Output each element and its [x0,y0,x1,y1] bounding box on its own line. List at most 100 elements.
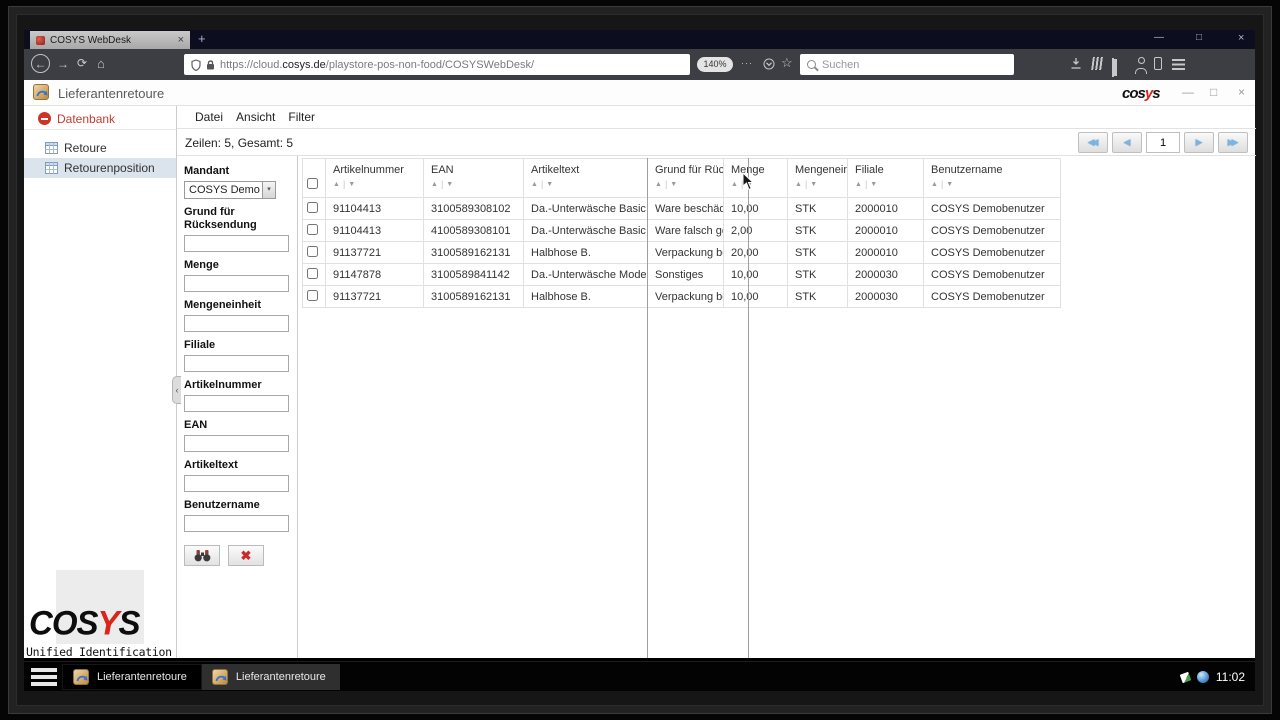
page-last-button[interactable]: ▶▶ [1218,132,1248,153]
row-checkbox[interactable] [307,223,318,235]
app-maximize-button[interactable]: □ [1210,85,1217,99]
chevron-down-icon: ▾ [262,182,275,198]
sidebar-item-datenbank[interactable]: Datenbank [24,108,176,130]
cell-artikeltext: Da.-Unterwäsche Basic [523,197,648,220]
row-checkbox[interactable] [307,267,318,279]
taskbar-item[interactable]: Lieferantenretoure [62,664,202,690]
page-first-button[interactable]: ◀◀ [1078,132,1108,153]
browser-close-button[interactable]: × [1238,32,1244,44]
sort-desc-icon[interactable]: ▼ [810,181,817,188]
sort-asc-icon[interactable]: ▲ [931,181,938,188]
library-icon[interactable] [1091,57,1104,70]
sort-asc-icon[interactable]: ▲ [333,181,340,188]
mandant-select[interactable]: COSYS Demo ▾ [184,181,276,199]
app-minimize-button[interactable]: — [1182,85,1194,99]
filter-input[interactable] [184,275,289,292]
row-checkbox[interactable] [307,245,318,257]
menu-item[interactable]: Filter [288,110,315,124]
menu-item[interactable]: Ansicht [236,110,275,124]
filter-input[interactable] [184,515,289,532]
sort-asc-icon[interactable]: ▲ [855,181,862,188]
clear-icon: ✖ [240,547,252,563]
lock-icon[interactable] [206,59,215,70]
url-bar[interactable]: https://cloud.cosys.de/playstore-pos-non… [184,54,690,75]
sort-asc-icon[interactable]: ▲ [731,181,738,188]
filter-input[interactable] [184,435,289,452]
tray-globe-icon[interactable] [1196,671,1209,683]
back-button[interactable]: ← [31,54,50,73]
menu-item[interactable]: Datei [195,110,223,124]
home-button[interactable]: ⌂ [97,56,105,71]
column-header[interactable]: Artikeltext ▲ | ▼ [523,158,648,198]
cell-artikeltext: Da.-Unterwäsche Mode [523,263,648,286]
table-row[interactable]: 91104413 3100589308102 Da.-Unterwäsche B… [302,197,1061,220]
mouse-cursor-icon [741,171,757,197]
reload-button[interactable]: ⟳ [77,56,87,70]
cell-artikelnummer: 91137721 [325,241,424,264]
sort-desc-icon[interactable]: ▼ [870,181,877,188]
tracking-shield-icon[interactable] [191,58,201,71]
filter-input[interactable] [184,395,289,412]
forward-button[interactable]: → [57,57,69,71]
sort-desc-icon[interactable]: ▼ [348,181,355,188]
sort-desc-icon[interactable]: ▼ [446,181,453,188]
sort-asc-icon[interactable]: ▲ [531,181,538,188]
new-tab-button[interactable]: + [198,31,206,46]
column-header[interactable]: EAN ▲ | ▼ [423,158,524,198]
search-filter-button[interactable] [184,545,220,566]
start-menu-button[interactable] [31,668,57,686]
table-row[interactable]: 91147878 3100589841142 Da.-Unterwäsche M… [302,263,1061,286]
page-prev-button[interactable]: ◀ [1112,132,1142,153]
filter-input[interactable] [184,315,289,332]
browser-tab[interactable]: COSYS WebDesk × [30,31,190,49]
cell-grund: Verpackung be [647,285,724,308]
cell-artikelnummer: 91104413 [325,219,424,242]
filter-buttons: ✖ [184,545,297,566]
select-all-checkbox[interactable] [307,178,318,189]
page-next-button[interactable]: ▶ [1184,132,1214,153]
filter-input[interactable] [184,235,289,252]
filter-input[interactable] [184,355,289,372]
column-header[interactable]: Mengeneinh ▲ | ▼ [787,158,848,198]
filter-label: Benutzername [184,499,260,511]
row-checkbox[interactable] [307,201,318,213]
sort-asc-icon[interactable]: ▲ [655,181,662,188]
sort-desc-icon[interactable]: ▼ [670,181,677,188]
row-checkbox[interactable] [307,289,318,301]
browser-tab-bar: COSYS WebDesk × + — □ × [24,30,1255,49]
sort-asc-icon[interactable]: ▲ [431,181,438,188]
column-header[interactable]: Grund für Rück ▲ | ▼ [647,158,724,198]
app-close-button[interactable]: × [1238,85,1245,99]
zoom-level-badge[interactable]: 140% [697,57,733,72]
sidebar-item[interactable]: Retoure [24,138,176,158]
column-header[interactable]: Filiale ▲ | ▼ [847,158,924,198]
cell-artikelnummer: 91104413 [325,197,424,220]
system-tray: 11:02 [1179,662,1245,692]
sort-asc-icon[interactable]: ▲ [795,181,802,188]
column-header[interactable]: Artikelnummer ▲ | ▼ [325,158,424,198]
filter-input[interactable] [184,475,289,492]
sort-desc-icon[interactable]: ▼ [946,181,953,188]
app-icon [211,669,228,685]
column-header[interactable]: Benutzername ▲ | ▼ [923,158,1061,198]
clear-filter-button[interactable]: ✖ [228,545,264,566]
table-row[interactable]: 91104413 4100589308101 Da.-Unterwäsche B… [302,219,1061,242]
browser-maximize-button[interactable]: □ [1196,32,1202,43]
tab-close-icon[interactable]: × [178,34,184,46]
sort-desc-icon[interactable]: ▼ [546,181,553,188]
menu-icon[interactable] [1172,59,1185,70]
device-icon[interactable] [1154,57,1162,70]
table-row[interactable]: 91137721 3100589162131 Halbhose B. Verpa… [302,241,1061,264]
page-number-input[interactable] [1146,132,1180,153]
browser-minimize-button[interactable]: — [1154,32,1164,43]
taskbar-item[interactable]: Lieferantenretoure [201,664,340,690]
bookmark-star-icon[interactable]: ☆ [781,55,793,71]
download-icon[interactable] [1070,57,1082,75]
sidebar-item[interactable]: Retourenposition [24,158,176,178]
pocket-icon[interactable] [763,57,775,75]
page-actions-icon[interactable]: ··· [741,58,753,68]
sidebar-toggle-icon[interactable] [1112,58,1114,77]
search-input[interactable] [822,58,1007,71]
tray-tool-icon[interactable] [1179,671,1192,683]
table-row[interactable]: 91137721 3100589162131 Halbhose B. Verpa… [302,285,1061,308]
